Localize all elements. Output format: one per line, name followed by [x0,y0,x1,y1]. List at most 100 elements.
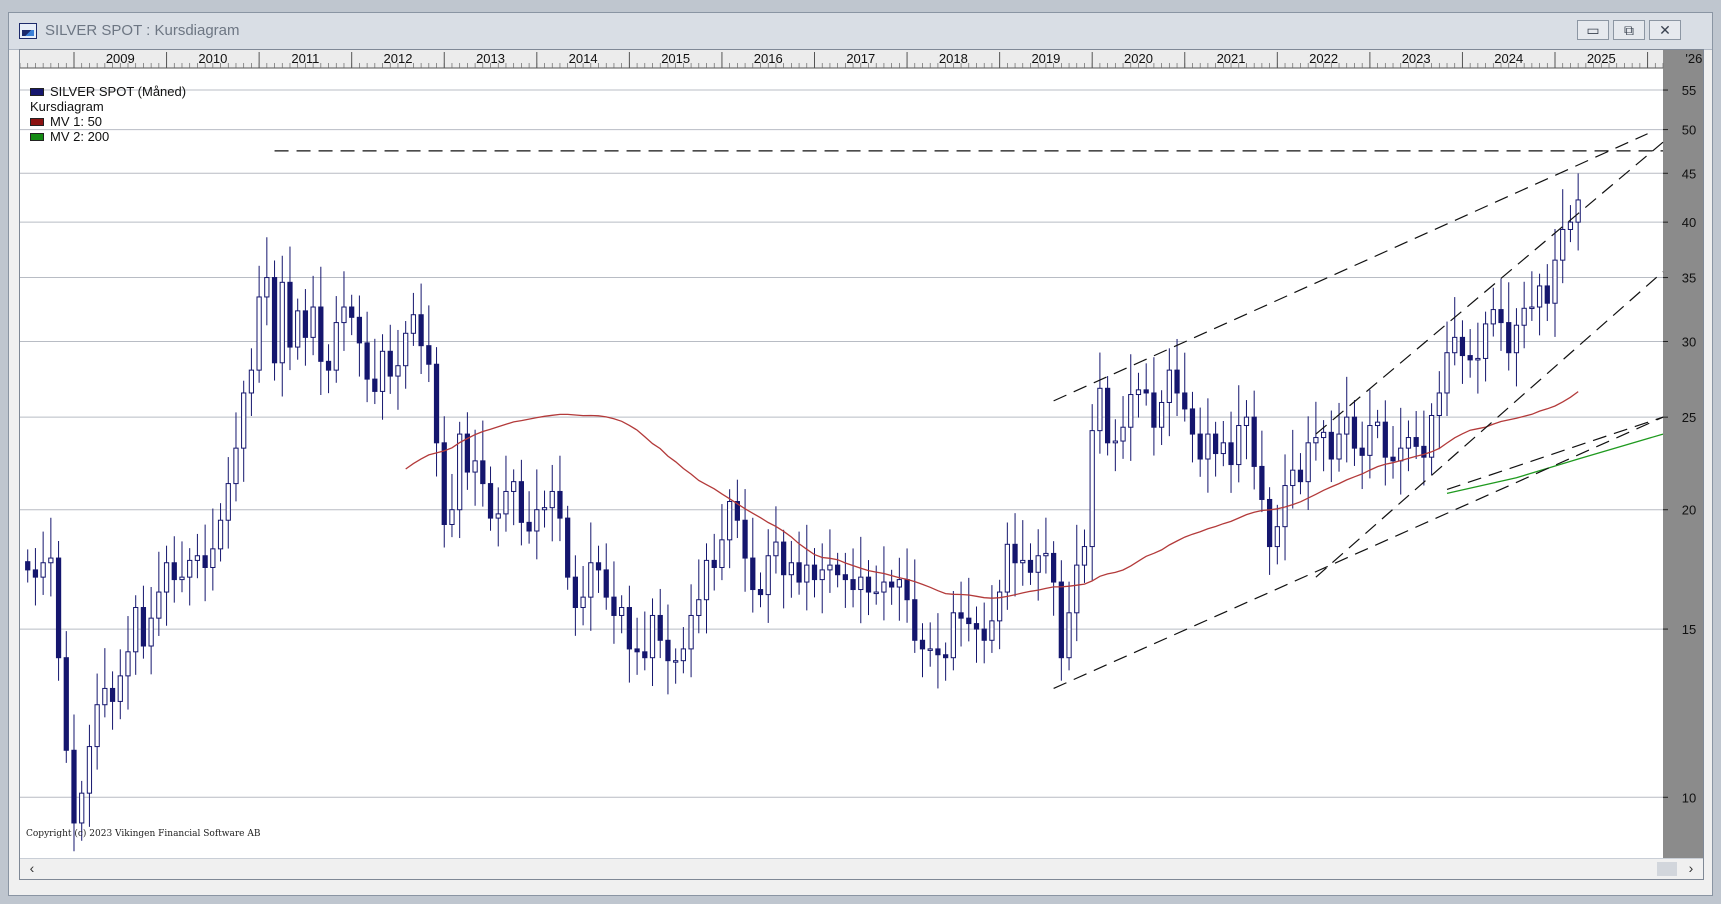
candle-body [619,607,625,616]
candle-body [79,792,85,824]
scroll-left-icon[interactable]: ‹ [24,860,40,876]
candle-body [935,648,941,656]
candle-body [927,648,933,651]
legend-swatch-mv2 [30,132,44,141]
candle-body [1290,469,1296,487]
candle-body [1560,228,1566,261]
scroll-thumb[interactable] [1657,862,1677,876]
candle-body [1475,357,1481,361]
close-button[interactable]: ✕ [1649,20,1681,40]
y-tick-label: 50 [1682,123,1696,138]
x-tick-label: 2019 [1031,51,1060,66]
candle-body [1506,322,1512,354]
candle-body [657,614,663,641]
candle-body [318,306,324,362]
minimize-button[interactable]: ▭ [1577,20,1609,40]
legend-mv2-label: MV 2: 200 [50,129,110,144]
candle-body [966,617,972,625]
candle-body [1004,543,1010,593]
y-tick-label: 45 [1682,166,1696,181]
candle-body [1498,309,1504,324]
candle-body [642,651,648,659]
y-tick-label: 10 [1682,790,1696,805]
chart-app-icon [19,23,37,39]
x-tick-label: 2016 [754,51,783,66]
y-tick-label: 55 [1682,83,1696,98]
candle-body [904,579,910,601]
candle-body [125,651,131,677]
candle-body [827,564,833,571]
candle-body [588,562,594,598]
candle-body [688,614,694,650]
candle-body [495,513,501,519]
candle-body [1336,433,1342,460]
y-tick-label: 35 [1682,271,1696,286]
candle-body [1436,392,1442,416]
candle-body [796,562,802,583]
candle-body [1251,416,1257,467]
chart-panel[interactable]: 2009 2010 2011 2012 2013 2014 2015 2016 2017 2018… [19,49,1704,880]
candle-body [457,433,463,511]
candle-body [295,310,301,348]
candle-body [1390,456,1396,462]
candle-body [1143,389,1149,394]
candle-body [781,541,787,576]
candle-body [40,562,46,578]
chart-window: SILVER SPOT : Kursdiagram ▭ ⧉ ✕ 2009 2010… [8,12,1713,896]
candle-body [1228,442,1234,466]
candle-body [1513,324,1520,354]
candle-body [896,579,902,588]
window-title: SILVER SPOT : Kursdiagram [45,22,240,39]
legend-chart-label: Kursdiagram [30,99,104,114]
candle-body [241,392,247,449]
y-tick-label: 30 [1682,335,1696,350]
candle-body [1012,543,1018,564]
x-tick-label: 2014 [569,51,598,66]
candle-body [1112,440,1118,444]
candle-body [1220,442,1226,455]
restore-button[interactable]: ⧉ [1613,20,1645,40]
candle-body [649,614,656,659]
candle-body [117,675,123,702]
candle-body [1367,425,1373,456]
legend-mv1-label: MV 1: 50 [50,114,103,129]
candle-body [680,648,686,662]
candle-body [403,332,409,367]
candle-body [1074,564,1080,614]
candle-body [55,557,62,659]
x-tick-label: 2024 [1494,51,1523,66]
candle-body [48,557,54,564]
candle-body [356,316,363,344]
candle-body [1567,221,1574,230]
candle-body [1529,306,1535,310]
candle-body [1374,421,1381,427]
x-tick-label: 2011 [291,51,319,66]
candle-body [950,612,956,659]
scroll-right-icon[interactable]: › [1683,860,1699,876]
candle-body [511,481,517,492]
candle-body [858,576,864,591]
candle-body [32,569,39,578]
legend-item-chart: Kursdiagram [30,99,186,114]
candle-body [233,447,239,485]
plot-background [20,50,1703,859]
x-tick-label: 2018 [939,51,968,66]
candle-body [279,281,285,364]
candle-body [665,639,671,662]
candle-body [1552,259,1558,304]
y-tick-label: 25 [1682,410,1696,425]
candle-body [1521,307,1527,326]
candle-body [25,561,31,571]
candle-body [63,657,69,751]
price-chart[interactable]: 2009 2010 2011 2012 2013 2014 2015 2016 2017 2018… [20,50,1703,859]
candle-body [1097,387,1103,432]
candle-body [989,620,995,641]
candle-body [557,490,563,519]
candle-body [179,576,185,581]
legend-item-series: SILVER SPOT (Måned) [30,84,186,99]
horizontal-scrollbar[interactable]: ‹ › [20,858,1703,879]
candle-body [1490,309,1496,325]
candle-body [480,460,486,485]
candle-body [1536,285,1543,308]
candle-body [1382,421,1388,458]
